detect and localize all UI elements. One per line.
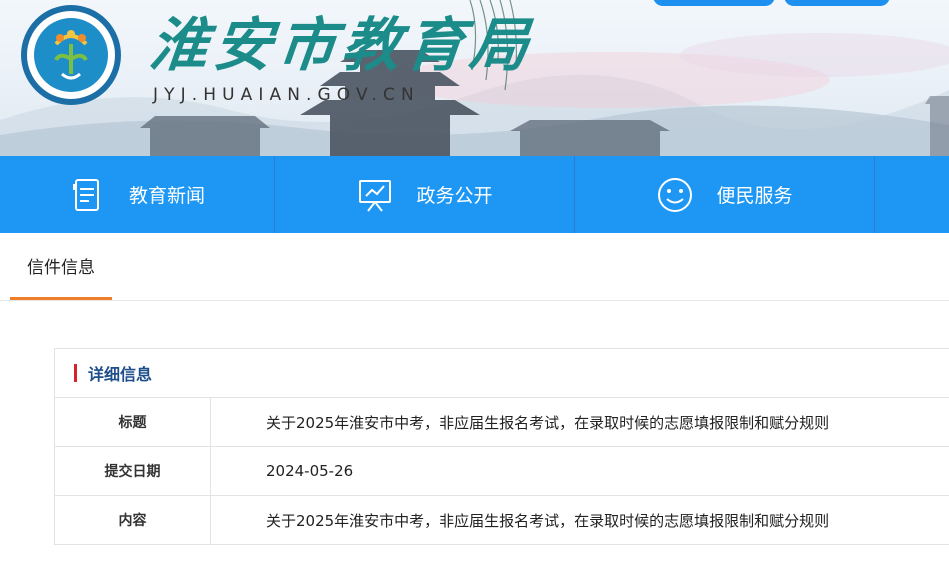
heading-accent-bar bbox=[74, 364, 77, 382]
top-link-button-2[interactable] bbox=[784, 0, 890, 6]
education-bureau-logo[interactable] bbox=[20, 4, 122, 106]
detail-panel-header: 详细信息 bbox=[55, 349, 949, 398]
site-domain: JYJ.HUAIAN.GOV.CN bbox=[153, 85, 420, 105]
row-value: 2024-05-26 bbox=[266, 462, 354, 480]
detail-row-submit-date: 提交日期 2024-05-26 bbox=[55, 447, 949, 496]
site-title: 淮安市教育局 bbox=[146, 11, 538, 79]
nav-item-government-affairs[interactable]: 政务公开 bbox=[275, 156, 575, 233]
detail-row-title: 标题 关于2025年淮安市中考，非应届生报名考试，在录取时候的志愿填报限制和赋分… bbox=[55, 398, 949, 447]
row-value: 关于2025年淮安市中考，非应届生报名考试，在录取时候的志愿填报限制和赋分规则 bbox=[266, 413, 830, 432]
row-value: 关于2025年淮安市中考，非应届生报名考试，在录取时候的志愿填报限制和赋分规则 bbox=[266, 511, 830, 530]
detail-row-content: 内容 关于2025年淮安市中考，非应届生报名考试，在录取时候的志愿填报限制和赋分… bbox=[55, 496, 949, 544]
row-key: 提交日期 bbox=[55, 447, 211, 495]
main-nav: 教育新闻 政务公开 便民服务 bbox=[0, 156, 949, 233]
tab-bar: 信件信息 bbox=[0, 233, 949, 301]
detail-heading: 详细信息 bbox=[88, 365, 153, 384]
detail-panel: 详细信息 标题 关于2025年淮安市中考，非应届生报名考试，在录取时候的志愿填报… bbox=[54, 348, 949, 545]
top-link-button-1[interactable] bbox=[653, 0, 775, 6]
tab-letter-info[interactable]: 信件信息 bbox=[10, 233, 112, 300]
document-icon bbox=[72, 178, 99, 211]
nav-item-label: 教育新闻 bbox=[128, 185, 205, 207]
nav-item-label: 便民服务 bbox=[716, 185, 793, 207]
row-key: 标题 bbox=[55, 398, 211, 446]
nav-item-education-news[interactable]: 教育新闻 bbox=[0, 156, 275, 233]
row-key: 内容 bbox=[55, 496, 211, 544]
presentation-board-icon bbox=[359, 179, 392, 212]
nav-item-label: 政务公开 bbox=[416, 185, 493, 207]
nav-item-public-services[interactable]: 便民服务 bbox=[575, 156, 875, 233]
smiley-icon bbox=[658, 177, 693, 212]
header-banner: 淮安市教育局 JYJ.HUAIAN.GOV.CN bbox=[0, 0, 949, 156]
